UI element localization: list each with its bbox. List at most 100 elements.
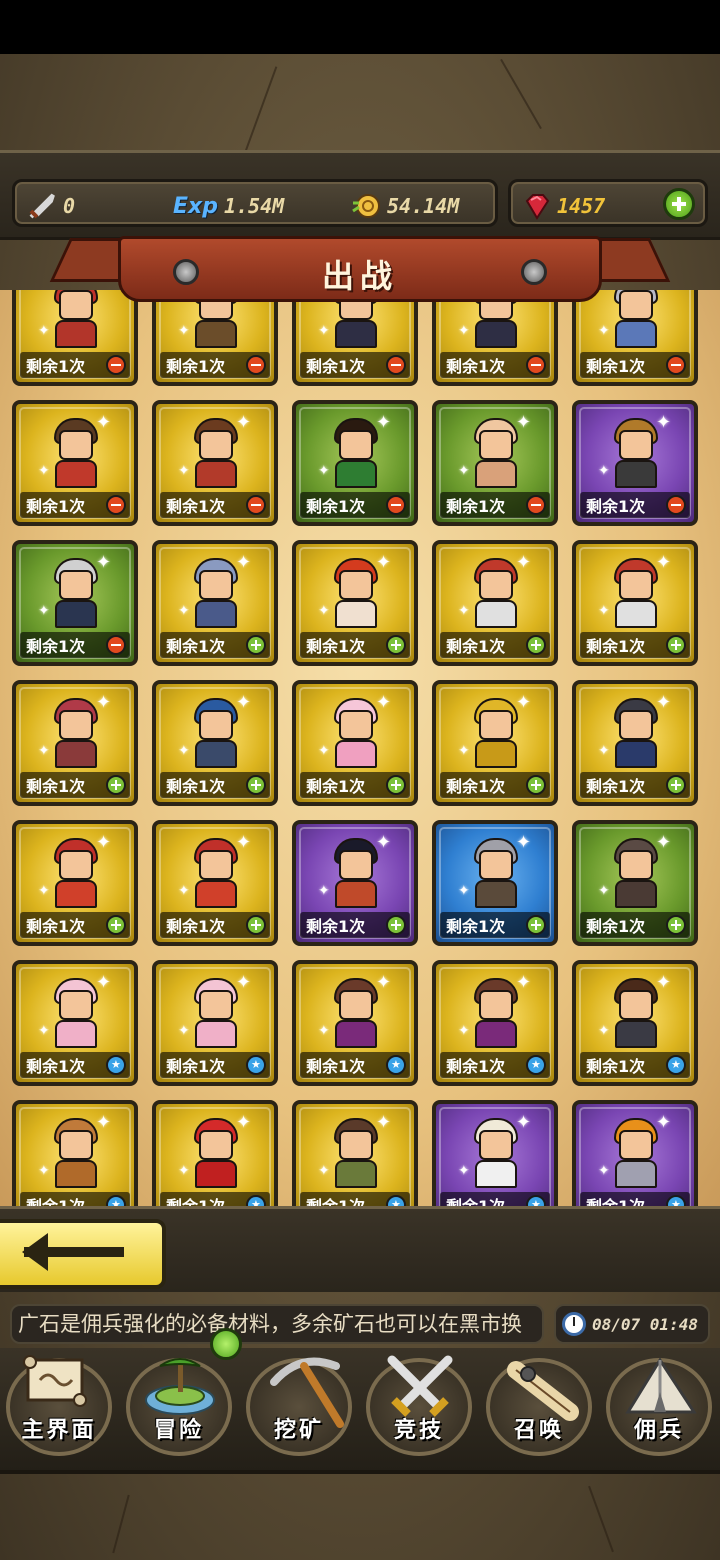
nav-item-island[interactable]: 冒险 [120,1348,238,1466]
hero-card[interactable]: ✦✦剩余1次 [292,290,418,386]
star-badge-icon[interactable] [666,1055,686,1075]
back-strip [0,1206,720,1292]
hero-card[interactable]: ✦✦剩余1次 [12,1100,138,1210]
hero-card[interactable]: ✦✦剩余1次 [432,960,558,1086]
add-badge-icon[interactable] [386,915,406,935]
remove-badge-icon[interactable] [666,355,686,375]
hero-card[interactable]: ✦✦剩余1次 [292,820,418,946]
add-badge-icon[interactable] [526,915,546,935]
hero-card[interactable]: ✦✦剩余1次 [12,820,138,946]
hero-card[interactable]: ✦✦剩余1次 [12,540,138,666]
sparkle-icon: ✦ [38,603,50,619]
nav-item-pickaxe[interactable]: 挖矿 [240,1348,358,1466]
hero-card[interactable]: ✦✦剩余1次 [432,400,558,526]
hero-card[interactable]: ✦✦剩余1次 [432,290,558,386]
card-label-bar: 剩余1次 [300,352,410,378]
nav-item-tent[interactable]: 佣兵 [600,1348,718,1466]
hero-card[interactable]: ✦✦剩余1次 [152,680,278,806]
hero-card[interactable]: ✦✦剩余1次 [152,960,278,1086]
sparkle-icon: ✦ [178,1023,190,1039]
add-badge-icon[interactable] [666,915,686,935]
star-badge-icon[interactable] [526,1055,546,1075]
remaining-count: 剩余1次 [446,357,506,376]
hero-card[interactable]: ✦✦剩余1次 [152,400,278,526]
sparkle-icon: ✦ [96,290,111,292]
sparkle-icon: ✦ [598,1023,610,1039]
hero-card[interactable]: ✦✦剩余1次 [432,680,558,806]
hero-card[interactable]: ✦✦剩余1次 [152,1100,278,1210]
hero-card[interactable]: ✦✦剩余1次 [432,820,558,946]
hero-card[interactable]: ✦✦剩余1次 [432,540,558,666]
hero-card[interactable]: ✦✦剩余1次 [152,820,278,946]
remaining-count: 剩余1次 [26,1057,86,1076]
hero-portrait [472,838,520,908]
nav-label: 冒险 [153,1418,204,1443]
remove-badge-icon[interactable] [106,495,126,515]
hero-card[interactable]: ✦✦剩余1次 [572,400,698,526]
hero-portrait [52,978,100,1048]
remove-badge-icon[interactable] [106,355,126,375]
add-badge-icon[interactable] [666,775,686,795]
hero-card[interactable]: ✦✦剩余1次 [12,400,138,526]
add-gems-button[interactable] [663,188,695,220]
hero-card[interactable]: ✦✦剩余1次 [292,400,418,526]
back-button[interactable] [0,1219,166,1289]
hero-card[interactable]: ✦✦剩余1次 [292,540,418,666]
add-badge-icon[interactable] [526,635,546,655]
add-badge-icon[interactable] [246,635,266,655]
hero-card[interactable]: ✦✦剩余1次 [572,290,698,386]
nav-label: 挖矿 [273,1418,324,1443]
add-badge-icon[interactable] [386,635,406,655]
add-badge-icon[interactable] [666,635,686,655]
star-badge-icon[interactable] [106,1055,126,1075]
sparkle-icon: ✦ [516,692,532,713]
hero-card[interactable]: ✦✦剩余1次 [12,680,138,806]
sparkle-icon: ✦ [458,1163,470,1179]
hero-card[interactable]: ✦✦剩余1次 [572,1100,698,1210]
hero-card[interactable]: ✦✦剩余1次 [572,540,698,666]
hero-card[interactable]: ✦✦剩余1次 [152,290,278,386]
hero-card[interactable]: ✦✦剩余1次 [572,960,698,1086]
hero-card[interactable]: ✦✦剩余1次 [12,290,138,386]
hero-card[interactable]: ✦✦剩余1次 [572,820,698,946]
remaining-count: 剩余1次 [26,357,86,376]
exp-value: 1.54M [223,194,285,218]
hero-card[interactable]: ✦✦剩余1次 [292,960,418,1086]
card-label-bar: 剩余1次 [300,912,410,938]
remove-badge-icon[interactable] [666,495,686,515]
hero-card[interactable]: ✦✦剩余1次 [152,540,278,666]
hero-card[interactable]: ✦✦剩余1次 [292,1100,418,1210]
hero-card[interactable]: ✦✦剩余1次 [292,680,418,806]
nav-item-summon-scroll[interactable]: 召唤 [480,1348,598,1466]
sparkle-icon: ✦ [318,1023,330,1039]
nav-item-crossed-swords[interactable]: 竞技 [360,1348,478,1466]
hero-card[interactable]: ✦✦剩余1次 [432,1100,558,1210]
add-badge-icon[interactable] [106,915,126,935]
add-badge-icon[interactable] [386,775,406,795]
remove-badge-icon[interactable] [386,495,406,515]
hero-card[interactable]: ✦✦剩余1次 [572,680,698,806]
remove-badge-icon[interactable] [246,355,266,375]
hero-portrait [52,698,100,768]
sword-icon [29,193,55,219]
add-badge-icon[interactable] [246,775,266,795]
remove-badge-icon[interactable] [386,355,406,375]
star-badge-icon[interactable] [246,1055,266,1075]
remove-badge-icon[interactable] [526,495,546,515]
star-badge-icon[interactable] [386,1055,406,1075]
remove-badge-icon[interactable] [106,635,126,655]
add-badge-icon[interactable] [246,915,266,935]
hero-grid-panel[interactable]: ✦ ✦ 剩余1次 ✦ ✦ 剩余1次 ✦ ✦ 剩余1次 ✦ ✦ 剩余1次 ✦ ✦ 剩余1次 ✦ ✦ 剩余1次 ✦ ✦ 剩余… [0,290,720,1210]
add-badge-icon[interactable] [106,775,126,795]
nav-item-map-scroll[interactable]: 主界面 [0,1348,118,1466]
hero-portrait [472,418,520,488]
sparkle-icon: ✦ [96,552,112,573]
sparkle-icon: ✦ [376,692,392,713]
remove-badge-icon[interactable] [246,495,266,515]
sparkle-icon: ✦ [656,972,672,993]
hero-card[interactable]: ✦✦剩余1次 [12,960,138,1086]
remove-badge-icon[interactable] [526,355,546,375]
add-badge-icon[interactable] [526,775,546,795]
remaining-count: 剩余1次 [446,1057,506,1076]
sparkle-icon: ✦ [178,1163,190,1179]
